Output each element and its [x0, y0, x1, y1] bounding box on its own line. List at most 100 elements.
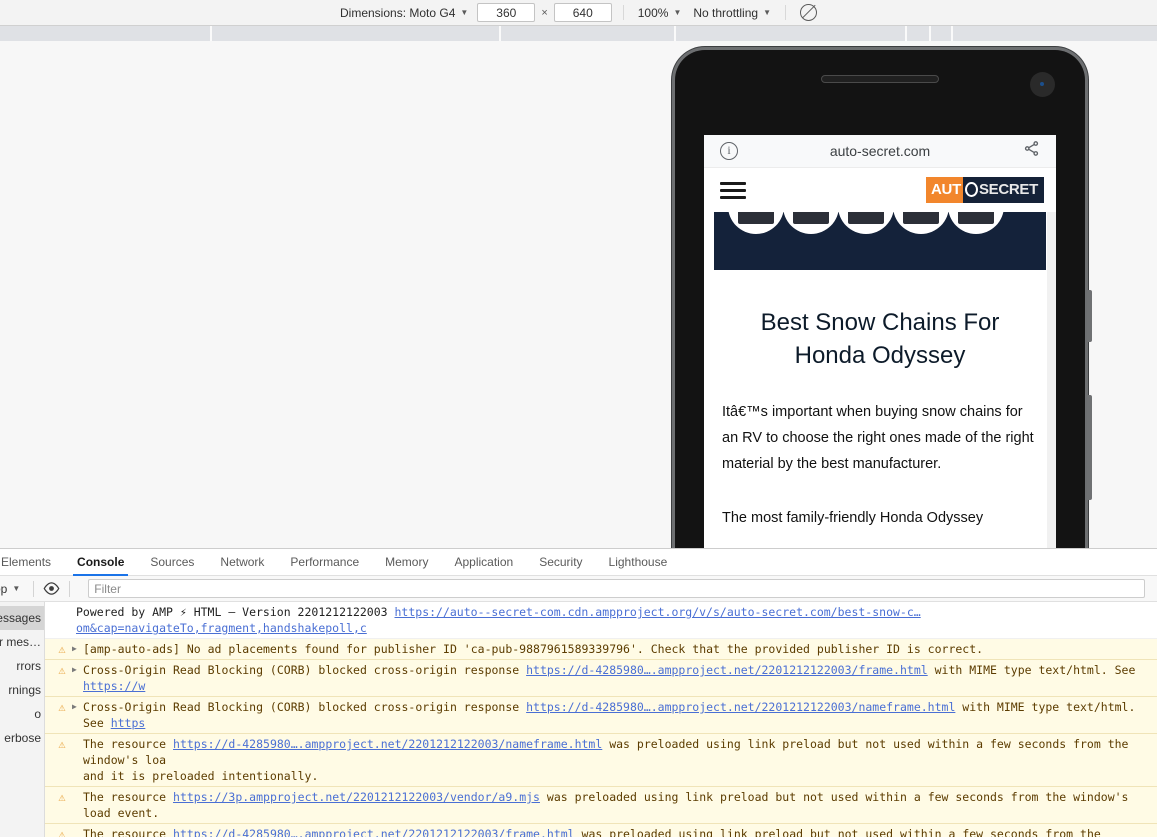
- media-query-segment[interactable]: [0, 26, 210, 41]
- console-filter-bar: op ▼: [0, 576, 1157, 602]
- console-context-select[interactable]: op ▼: [0, 582, 24, 596]
- zoom-label: 100%: [637, 5, 669, 20]
- console-message-link[interactable]: https://d-4285980….ampproject.net/220121…: [173, 737, 602, 751]
- console-message-text: The resource https://3p.ampproject.net/2…: [83, 790, 1136, 820]
- site-logo[interactable]: AUT SECRET: [926, 177, 1044, 203]
- tab-memory[interactable]: Memory: [372, 549, 441, 575]
- console-message-list: Powered by AMP ⚡ HTML — Version 22012121…: [45, 602, 1157, 837]
- media-query-segment[interactable]: [907, 26, 929, 41]
- warning-icon: ⚠: [58, 827, 66, 837]
- console-message-link[interactable]: https://d-4285980….ampproject.net/220121…: [173, 827, 575, 837]
- device-screen: i auto-secret.com AUT SECRET Best Snow C…: [704, 135, 1056, 548]
- eye-icon[interactable]: [43, 582, 60, 595]
- console-sidebar-item[interactable]: erbose: [0, 726, 44, 750]
- logo-ring-icon: [964, 182, 978, 197]
- device-viewport-stage: i auto-secret.com AUT SECRET Best Snow C…: [0, 41, 1157, 548]
- media-query-segment[interactable]: [953, 26, 1157, 41]
- page-title: Best Snow Chains For Honda Odyssey: [760, 309, 1000, 370]
- console-body: messagesr mes…rrorsrningsoerbose Powered…: [0, 602, 1157, 837]
- media-query-segment[interactable]: [212, 26, 499, 41]
- amp-viewer-domain: auto-secret.com: [829, 143, 931, 159]
- tab-lighthouse[interactable]: Lighthouse: [596, 549, 681, 575]
- tab-application[interactable]: Application: [441, 549, 526, 575]
- filterbar-divider: [69, 580, 71, 597]
- console-message-warn[interactable]: ⚠ ▶ [amp-auto-ads] No ad placements found …: [45, 639, 1157, 660]
- console-message-link[interactable]: https://auto--secret-com.cdn.ampproject.…: [76, 605, 921, 635]
- console-message-warn[interactable]: ⚠ ▶ Cross-Origin Read Blocking (CORB) bloc…: [45, 697, 1157, 734]
- no-touch-cursor-icon: [800, 4, 817, 21]
- media-query-segment[interactable]: [676, 26, 905, 41]
- media-query-segment[interactable]: [501, 26, 674, 41]
- dimension-multiply-symbol: ×: [541, 6, 548, 19]
- console-message-plain[interactable]: Powered by AMP ⚡ HTML — Version 22012121…: [45, 602, 1157, 639]
- console-message-warn[interactable]: ⚠ ▶ Cross-Origin Read Blocking (CORB) bloc…: [45, 660, 1157, 697]
- amp-viewer-header: i auto-secret.com: [704, 135, 1056, 168]
- console-message-link[interactable]: https: [111, 716, 146, 730]
- tab-sources[interactable]: Sources: [137, 549, 207, 575]
- page-scrollbar[interactable]: [1047, 168, 1056, 548]
- device-front-camera: [1030, 72, 1055, 97]
- console-message-link[interactable]: https://w: [83, 679, 145, 693]
- device-frame: i auto-secret.com AUT SECRET Best Snow C…: [675, 50, 1092, 548]
- hero-product-thumbnail: [783, 212, 839, 234]
- tab-console[interactable]: Console: [64, 549, 137, 576]
- zoom-select[interactable]: 100% ▼: [632, 3, 688, 23]
- tab-network[interactable]: Network: [207, 549, 277, 575]
- warning-icon: ⚠: [58, 790, 66, 804]
- expand-arrow-icon[interactable]: ▶: [72, 699, 83, 715]
- hero-product-thumbnail: [893, 212, 949, 234]
- console-context-label: op: [0, 581, 8, 596]
- chevron-down-icon: ▼: [12, 584, 21, 593]
- logo-text-auto: AUT: [926, 177, 963, 203]
- viewport-width-input[interactable]: [477, 3, 536, 22]
- console-message-link[interactable]: https://d-4285980….ampproject.net/220121…: [526, 700, 955, 714]
- network-throttling-select[interactable]: No throttling ▼: [687, 3, 777, 23]
- console-sidebar-item[interactable]: r mes…: [0, 630, 44, 654]
- media-query-segment[interactable]: [931, 26, 951, 41]
- devtools-panel: Elements Console Sources Network Performance…: [0, 548, 1157, 837]
- share-icon[interactable]: [1023, 140, 1040, 162]
- console-message-text: Powered by AMP ⚡ HTML — Version 22012121…: [76, 605, 921, 635]
- console-sidebar-item[interactable]: rrors: [0, 654, 44, 678]
- toggle-touch-cursor-button[interactable]: [794, 3, 823, 23]
- hero-product-thumbnail: [728, 212, 784, 234]
- console-message-text: The resource https://d-4285980….ampproje…: [83, 826, 1157, 837]
- device-dimensions-label: Dimensions: Moto G4: [340, 5, 456, 20]
- article-content: Best Snow Chains For Honda Odyssey Itâ€™…: [704, 306, 1056, 531]
- tab-performance[interactable]: Performance: [277, 549, 372, 575]
- device-dimensions-select[interactable]: Dimensions: Moto G4 ▼: [334, 3, 474, 23]
- article-paragraph-1: Itâ€™s important when buying snow chains…: [722, 404, 1034, 472]
- logo-text-secret: SECRET: [962, 177, 1044, 203]
- console-sidebar-item[interactable]: o: [0, 702, 44, 726]
- warning-icon: ⚠: [58, 663, 66, 677]
- throttling-label: No throttling: [693, 5, 759, 20]
- site-header: AUT SECRET: [704, 168, 1056, 212]
- expand-arrow-icon[interactable]: ▶: [72, 641, 83, 657]
- viewport-height-input[interactable]: [553, 3, 612, 22]
- warning-icon: ⚠: [58, 737, 66, 751]
- hero-product-thumbnail: [838, 212, 894, 234]
- expand-arrow-icon[interactable]: ▶: [72, 662, 83, 678]
- tab-security[interactable]: Security: [526, 549, 595, 575]
- toolbar-divider: [785, 5, 786, 20]
- article-paragraph-2: The most family-friendly Honda Odyssey: [722, 509, 984, 526]
- console-message-link[interactable]: https://d-4285980….ampproject.net/220121…: [526, 663, 928, 677]
- device-power-button: [1087, 395, 1092, 500]
- console-message-warn[interactable]: ⚠ The resource https://d-4285980….ampproj…: [45, 734, 1157, 787]
- tab-elements[interactable]: Elements: [0, 549, 64, 575]
- device-earpiece: [821, 75, 939, 83]
- console-filter-input[interactable]: [88, 579, 1145, 598]
- console-message-text: Cross-Origin Read Blocking (CORB) blocke…: [83, 700, 1143, 730]
- chevron-down-icon: ▼: [460, 8, 469, 17]
- console-message-warn[interactable]: ⚠ The resource https://d-4285980….ampproj…: [45, 824, 1157, 837]
- devtools-tabbar: Elements Console Sources Network Performance…: [0, 549, 1157, 576]
- toolbar-divider: [622, 5, 624, 20]
- logo-secret-word: SECRET: [978, 181, 1038, 198]
- console-sidebar-item[interactable]: messages: [0, 606, 44, 630]
- devtools-window: Dimensions: Moto G4 ▼ × 100% ▼ No thrott…: [0, 0, 1157, 837]
- console-message-text: Cross-Origin Read Blocking (CORB) blocke…: [83, 663, 1143, 693]
- console-message-warn[interactable]: ⚠ The resource https://3p.ampproject.net/…: [45, 787, 1157, 824]
- console-message-link[interactable]: https://3p.ampproject.net/2201212122003/…: [173, 790, 540, 804]
- console-sidebar-item[interactable]: rnings: [0, 678, 44, 702]
- hamburger-menu-icon[interactable]: [720, 178, 746, 203]
